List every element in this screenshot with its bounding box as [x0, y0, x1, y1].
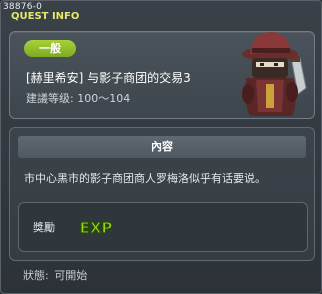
recommended-level: 建議等级: 100～104 — [26, 92, 131, 105]
quest-status: 狀態: 可開始 — [23, 267, 89, 283]
category-badge: 一般 — [24, 40, 76, 57]
status-value: 可開始 — [54, 269, 88, 282]
content-panel: 內容 市中心黑市的影子商团商人罗梅洛似乎有话要说。 獎勵 EXP — [9, 127, 315, 261]
exp-icon-text: EXP — [80, 219, 113, 237]
npc-portrait-icon — [242, 32, 307, 116]
quest-name: [赫里希安] 与影子商团的交易3 — [26, 71, 191, 85]
quest-info-window: 38876-0 QUEST INFO 一般 [赫里希安] 与影子商团的交易3 建… — [0, 0, 322, 294]
content-text: 市中心黑市的影子商团商人罗梅洛似乎有话要说。 — [24, 172, 266, 185]
reward-label: 獎勵 — [33, 221, 55, 234]
exp-icon: EXP — [79, 218, 113, 237]
window-title: QUEST INFO — [11, 11, 80, 22]
status-label: 狀態: — [23, 269, 49, 282]
reward-box: 獎勵 EXP — [18, 202, 308, 252]
quest-header-panel: 一般 [赫里希安] 与影子商团的交易3 建議等级: 100～104 — [9, 31, 315, 119]
content-header: 內容 — [18, 136, 306, 158]
